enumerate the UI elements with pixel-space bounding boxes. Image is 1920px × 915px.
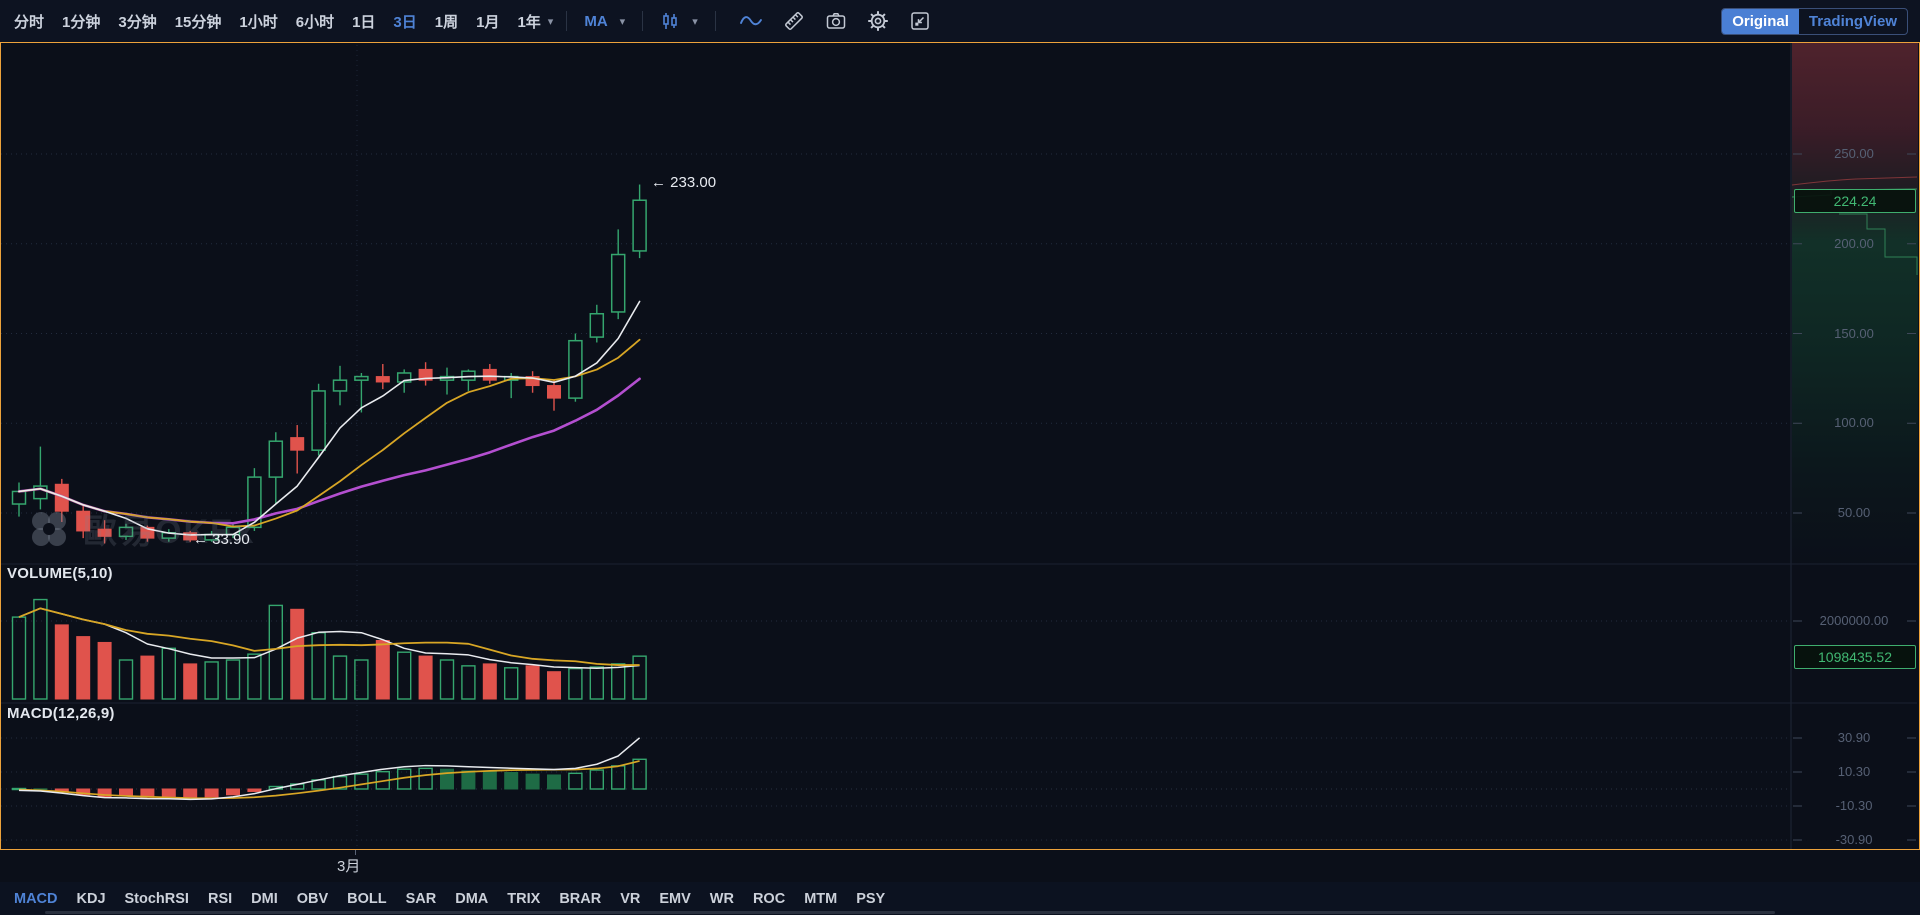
interval-1年[interactable]: 1年 xyxy=(517,11,540,32)
resize-button[interactable] xyxy=(907,8,933,34)
ma-indicator-button[interactable]: MA ▾ xyxy=(580,11,629,32)
ma-label: MA xyxy=(584,13,607,30)
tab-EMV[interactable]: EMV xyxy=(659,891,690,907)
interval-1周[interactable]: 1周 xyxy=(435,11,458,32)
collapse-icon xyxy=(909,10,931,32)
interval-1小时[interactable]: 1小时 xyxy=(239,11,277,32)
interval-6小时[interactable]: 6小时 xyxy=(296,11,334,32)
interval-chevron-down-icon[interactable]: ▾ xyxy=(548,15,554,28)
candle-chevron-down-icon: ▾ xyxy=(692,15,698,28)
ruler-icon xyxy=(783,10,805,32)
tab-MACD[interactable]: MACD xyxy=(14,891,58,907)
volume-panel-title: VOLUME(5,10) xyxy=(7,565,113,582)
camera-icon xyxy=(825,10,847,32)
tab-WR[interactable]: WR xyxy=(710,891,734,907)
screenshot-button[interactable] xyxy=(823,8,849,34)
last-price-badge: 224.24 xyxy=(1794,189,1916,213)
interval-1日[interactable]: 1日 xyxy=(352,11,375,32)
tab-KDJ[interactable]: KDJ xyxy=(77,891,106,907)
x-axis: 3月 xyxy=(0,850,1920,882)
tab-OBV[interactable]: OBV xyxy=(297,891,328,907)
wave-line-icon xyxy=(739,12,763,30)
tab-MTM[interactable]: MTM xyxy=(804,891,837,907)
tab-DMA[interactable]: DMA xyxy=(455,891,488,907)
toolbar-divider xyxy=(715,11,716,31)
trading-chart-app: 分时 1分钟 3分钟 15分钟 1小时 6小时 1日 3日 1周 1月 1年 ▾ MA ▾ ▾ xyxy=(0,0,1920,915)
tab-StochRSI[interactable]: StochRSI xyxy=(125,891,189,907)
x-axis-label: 3月 xyxy=(337,855,360,876)
interval-1月[interactable]: 1月 xyxy=(476,11,499,32)
current-volume-badge: 1098435.52 xyxy=(1794,645,1916,669)
view-toggle: Original TradingView xyxy=(1721,8,1908,35)
tab-SAR[interactable]: SAR xyxy=(406,891,437,907)
interval-selector: 分时 1分钟 3分钟 15分钟 1小时 6小时 1日 3日 1周 1月 1年 xyxy=(14,11,541,32)
macd-panel-title: MACD(12,26,9) xyxy=(7,705,115,722)
ma-chevron-down-icon: ▾ xyxy=(620,15,626,28)
high-price-annotation: ← 233.00 xyxy=(651,174,716,191)
candlestick-icon xyxy=(660,11,680,31)
candle-style-button[interactable]: ▾ xyxy=(656,9,702,33)
interval-分时[interactable]: 分时 xyxy=(14,11,44,32)
tab-VR[interactable]: VR xyxy=(620,891,640,907)
interval-3分钟[interactable]: 3分钟 xyxy=(118,11,156,32)
tradingview-view-button[interactable]: TradingView xyxy=(1799,9,1907,34)
tab-BOLL[interactable]: BOLL xyxy=(347,891,386,907)
tab-RSI[interactable]: RSI xyxy=(208,891,232,907)
original-view-button[interactable]: Original xyxy=(1722,9,1799,34)
chart-area[interactable]: 歐易OKEx VOLUME(5,10) MACD(12,26,9) ← 233.… xyxy=(0,42,1920,850)
settings-button[interactable] xyxy=(865,8,891,34)
low-price-annotation: ← 33.90 xyxy=(193,531,250,548)
tab-ROC[interactable]: ROC xyxy=(753,891,785,907)
chart-canvas[interactable] xyxy=(1,43,1919,849)
interval-3日[interactable]: 3日 xyxy=(393,11,416,32)
tab-DMI[interactable]: DMI xyxy=(251,891,278,907)
toolbar-divider xyxy=(566,11,567,31)
toolbar-divider xyxy=(642,11,643,31)
tab-BRAR[interactable]: BRAR xyxy=(559,891,601,907)
measure-button[interactable] xyxy=(781,8,807,34)
tab-TRIX[interactable]: TRIX xyxy=(507,891,540,907)
interval-15分钟[interactable]: 15分钟 xyxy=(175,11,222,32)
chart-toolbar: 分时 1分钟 3分钟 15分钟 1小时 6小时 1日 3日 1周 1月 1年 ▾ MA ▾ ▾ xyxy=(0,0,1920,42)
line-chart-button[interactable] xyxy=(737,10,765,32)
horizontal-scrollbar[interactable] xyxy=(45,911,1775,914)
interval-1分钟[interactable]: 1分钟 xyxy=(62,11,100,32)
tab-PSY[interactable]: PSY xyxy=(856,891,885,907)
gear-icon xyxy=(867,10,889,32)
